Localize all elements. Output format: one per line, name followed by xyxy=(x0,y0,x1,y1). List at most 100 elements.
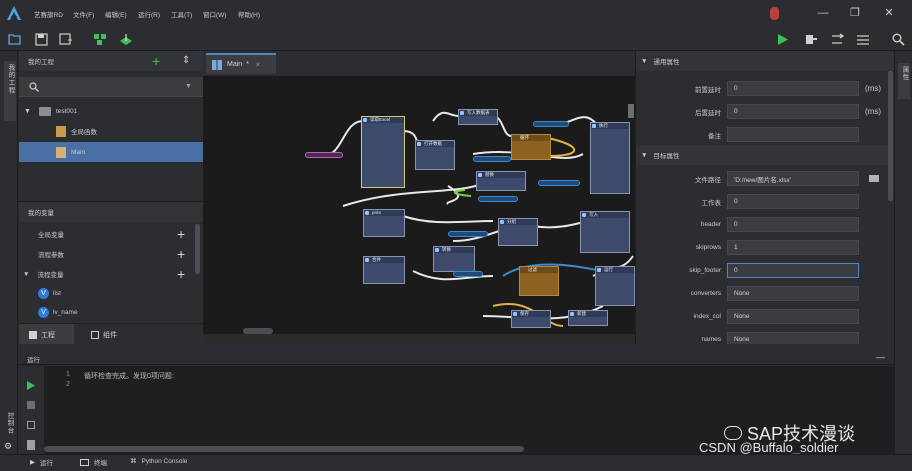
node-read-excel[interactable]: 读取Excel xyxy=(361,116,405,188)
node-print[interactable]: print xyxy=(363,209,405,237)
tab-run[interactable]: ▶ 运行 xyxy=(30,457,53,467)
filter-dropdown-icon[interactable]: ▼ xyxy=(185,83,192,90)
open-folder-icon[interactable] xyxy=(7,31,23,47)
variable-pill[interactable] xyxy=(538,180,580,186)
menu-tools[interactable]: 工具(T) xyxy=(171,9,192,19)
recording-icon[interactable] xyxy=(770,7,779,20)
project-strip-tab[interactable]: 我的工程 xyxy=(4,61,16,121)
menu-window[interactable]: 窗口(W) xyxy=(203,9,226,19)
start-node[interactable] xyxy=(305,152,343,158)
section-general-header[interactable]: ▼ 通用属性 xyxy=(636,51,894,71)
variables-scrollbar[interactable] xyxy=(195,224,200,274)
node-convert[interactable]: 转换 xyxy=(433,246,475,272)
clear-icon[interactable] xyxy=(27,440,35,450)
variable-pill[interactable] xyxy=(533,121,569,127)
close-tab-icon[interactable]: ✕ xyxy=(255,61,261,69)
project-search-input[interactable]: ▼ xyxy=(19,77,203,97)
var-global[interactable]: 全局变量 xyxy=(38,224,188,244)
tab-components[interactable]: 组件 xyxy=(81,324,136,345)
tab-project[interactable]: 工程 xyxy=(19,324,74,345)
general-props: 前置延时 0 (ms) 后置延时 0 (ms) 备注 xyxy=(648,77,881,146)
remark-input[interactable] xyxy=(727,127,859,142)
var-lv-name[interactable]: V lv_name xyxy=(38,302,188,322)
var-params[interactable]: 流程参数 xyxy=(38,244,188,264)
package-icon[interactable] xyxy=(118,31,134,47)
output-hscroll-thumb[interactable] xyxy=(44,446,524,452)
node-merge[interactable]: 合并 xyxy=(363,256,405,284)
node-open-data[interactable]: 打开数据 xyxy=(415,140,455,170)
connection-lines xyxy=(322,111,634,327)
variable-pill[interactable] xyxy=(448,231,488,237)
folder-icon[interactable] xyxy=(869,175,879,182)
tab-terminal[interactable]: 终端 xyxy=(80,457,107,467)
node-run[interactable]: 运行 xyxy=(595,266,635,306)
tab-python-console[interactable]: ⌘ Python Console xyxy=(130,457,187,466)
menu-app[interactable]: 艺赛旗RD xyxy=(34,9,63,19)
menu-help[interactable]: 帮助(H) xyxy=(238,9,260,19)
variable-pill[interactable] xyxy=(453,271,483,277)
file-path-input[interactable]: 'D:/new/图片名.xlsx' xyxy=(727,171,859,186)
save-icon[interactable] xyxy=(33,31,49,47)
flow-canvas[interactable]: 读取Excel 打开数据 写入数据表 循环 执行 替换 print 分组 写入 … xyxy=(203,76,635,334)
node-loop[interactable]: 循环 xyxy=(511,134,551,160)
add-project-icon[interactable]: + xyxy=(152,54,160,68)
node-filter[interactable]: 过滤 xyxy=(519,266,559,296)
gear-icon[interactable]: ⚙ xyxy=(4,441,12,452)
tree-item-main[interactable]: Main xyxy=(19,142,203,162)
post-delay-input[interactable]: 0 xyxy=(727,104,859,119)
sheet-input[interactable]: 0 xyxy=(727,194,859,209)
var-flow[interactable]: ▼ 流程变量 xyxy=(23,264,173,284)
maximize-icon[interactable]: ❐ xyxy=(847,5,863,21)
expand-icon: ▼ xyxy=(641,57,648,65)
menu-run[interactable]: 运行(R) xyxy=(138,9,160,19)
close-icon[interactable]: ✕ xyxy=(881,5,897,21)
tree-item-global-func[interactable]: 全局函数 xyxy=(19,121,203,141)
canvas-hscroll-thumb[interactable] xyxy=(243,328,273,334)
menu-edit[interactable]: 编辑(E) xyxy=(105,9,127,19)
rerun-icon[interactable] xyxy=(27,421,35,429)
run-icon[interactable] xyxy=(775,31,791,47)
search-icon[interactable] xyxy=(890,31,906,47)
expand-icon[interactable]: ▼ xyxy=(24,108,31,115)
minimize-panel-icon[interactable]: — xyxy=(876,352,885,362)
add-param-icon[interactable]: + xyxy=(177,247,185,261)
node-execute[interactable]: 执行 xyxy=(590,122,630,194)
var-list[interactable]: V list xyxy=(38,283,188,303)
minimize-icon[interactable]: — xyxy=(815,5,831,21)
run-icon[interactable] xyxy=(26,380,36,391)
settings-icon[interactable] xyxy=(855,31,871,47)
node-save[interactable]: 保存 xyxy=(511,310,551,328)
skip-footer-input[interactable]: 0 xyxy=(727,263,859,278)
header-input[interactable]: 0 xyxy=(727,217,859,232)
console-side-label[interactable]: 控制台 xyxy=(4,412,14,435)
add-flow-var-icon[interactable]: + xyxy=(177,267,185,281)
canvas-vscroll-thumb[interactable] xyxy=(628,104,634,118)
variable-pill[interactable] xyxy=(473,156,511,162)
node-write[interactable]: 写入 xyxy=(580,211,630,253)
save-all-icon[interactable] xyxy=(58,31,74,47)
collapse-icon[interactable]: ⇕ xyxy=(182,55,190,66)
expand-icon[interactable]: ▼ xyxy=(23,271,29,278)
prop-label: names xyxy=(701,336,721,343)
node-new[interactable]: 新建 xyxy=(568,310,608,326)
tree-item-project[interactable]: ▼ test001 xyxy=(19,101,203,121)
section-target-header[interactable]: ▼ 目标属性 xyxy=(636,145,894,165)
properties-strip-tab[interactable]: 属性 xyxy=(898,63,910,99)
debug-icon[interactable] xyxy=(803,31,819,47)
node-group[interactable]: 分组 xyxy=(498,218,538,246)
converters-input[interactable]: None xyxy=(727,286,859,301)
step-icon[interactable] xyxy=(829,31,845,47)
skiprows-input[interactable]: 1 xyxy=(727,240,859,255)
pre-delay-input[interactable]: 0 xyxy=(727,81,859,96)
names-input[interactable]: None xyxy=(727,332,859,344)
node-write-table[interactable]: 写入数据表 xyxy=(458,109,498,125)
node-replace[interactable]: 替换 xyxy=(476,171,526,191)
stop-icon[interactable] xyxy=(27,401,35,409)
component-icon[interactable] xyxy=(92,31,108,47)
tab-main[interactable]: Main * ✕ xyxy=(206,53,276,74)
add-global-var-icon[interactable]: + xyxy=(177,227,185,241)
variable-pill[interactable] xyxy=(478,196,518,202)
index-col-input[interactable]: None xyxy=(727,309,859,324)
properties-scrollbar[interactable] xyxy=(888,71,893,201)
menu-file[interactable]: 文件(F) xyxy=(73,9,94,19)
